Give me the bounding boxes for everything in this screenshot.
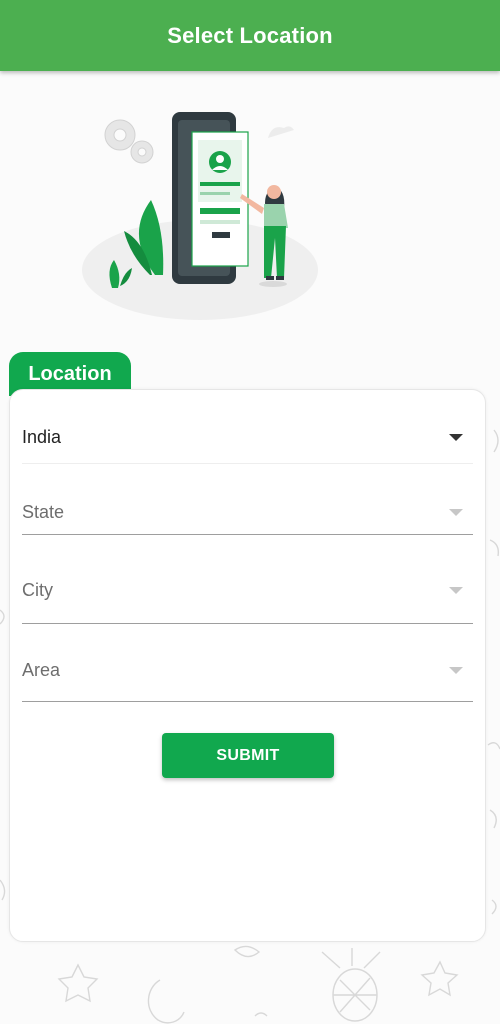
- area-placeholder: Area: [22, 660, 61, 680]
- country-value: India: [22, 427, 62, 447]
- location-screen: Select Location Location India State Cit…: [0, 0, 500, 1024]
- chevron-down-icon: [449, 508, 463, 516]
- app-bar: Select Location: [0, 0, 500, 71]
- location-form-card: India State City Area SUBMIT: [9, 389, 486, 942]
- submit-button[interactable]: SUBMIT: [162, 733, 334, 778]
- chevron-down-icon: [449, 667, 463, 674]
- city-dropdown[interactable]: City: [22, 558, 473, 624]
- state-dropdown[interactable]: State: [22, 490, 473, 535]
- chevron-down-icon: [449, 587, 463, 594]
- city-placeholder: City: [22, 580, 53, 600]
- state-placeholder: State: [22, 501, 65, 522]
- area-dropdown[interactable]: Area: [22, 640, 473, 702]
- country-dropdown[interactable]: India: [22, 412, 473, 464]
- chevron-down-icon: [449, 434, 463, 441]
- app-bar-title: Select Location: [167, 22, 333, 48]
- location-illustration: [82, 112, 318, 320]
